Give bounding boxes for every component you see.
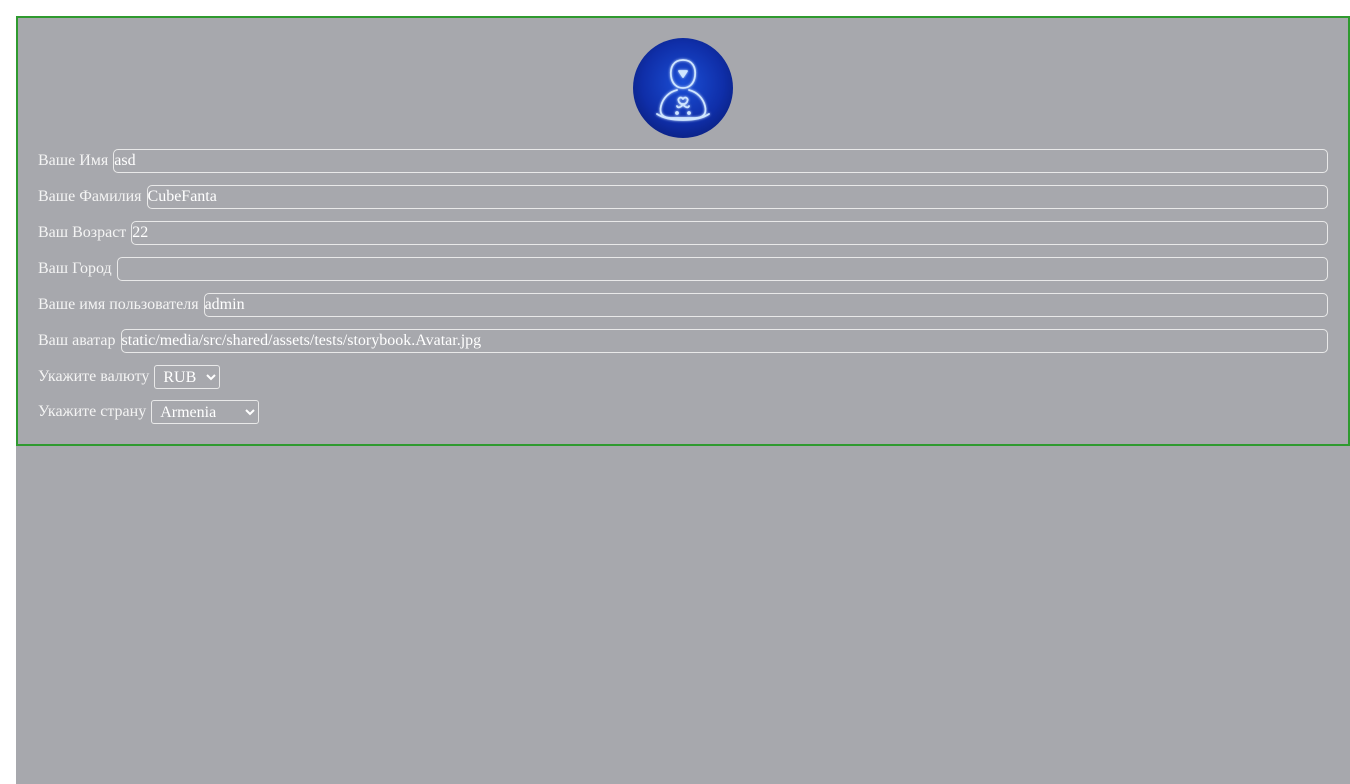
city-label: Ваш Город xyxy=(38,260,112,277)
country-select[interactable]: Armenia xyxy=(151,400,260,424)
currency-row: Укажите валюту RUB xyxy=(38,364,1328,390)
country-label: Укажите страну xyxy=(38,403,147,420)
last-name-label: Ваше Фамилия xyxy=(38,188,142,205)
first-name-label: Ваше Имя xyxy=(38,152,109,169)
avatar-image xyxy=(656,59,710,121)
avatar-url-label: Ваш аватар xyxy=(38,332,116,349)
username-label: Ваше имя пользователя xyxy=(38,296,199,313)
username-input[interactable] xyxy=(203,293,1328,317)
first-name-row: Ваше Имя xyxy=(38,148,1328,174)
avatar xyxy=(633,38,733,138)
currency-label: Укажите валюту xyxy=(38,368,150,385)
country-row: Укажите страну Armenia xyxy=(38,399,1328,425)
profile-card: Ваше Имя Ваше Фамилия Ваш Возраст Ваш Го… xyxy=(16,16,1350,446)
avatar-url-input[interactable] xyxy=(120,329,1328,353)
age-row: Ваш Возраст xyxy=(38,220,1328,246)
city-row: Ваш Город xyxy=(38,256,1328,282)
last-name-input[interactable] xyxy=(146,185,1328,209)
city-input[interactable] xyxy=(116,257,1328,281)
currency-select[interactable]: RUB xyxy=(154,365,221,389)
avatar-url-row: Ваш аватар xyxy=(38,328,1328,354)
last-name-row: Ваше Фамилия xyxy=(38,184,1328,210)
age-input[interactable] xyxy=(131,221,1328,245)
first-name-input[interactable] xyxy=(113,149,1328,173)
age-label: Ваш Возраст xyxy=(38,224,127,241)
username-row: Ваше имя пользователя xyxy=(38,292,1328,318)
